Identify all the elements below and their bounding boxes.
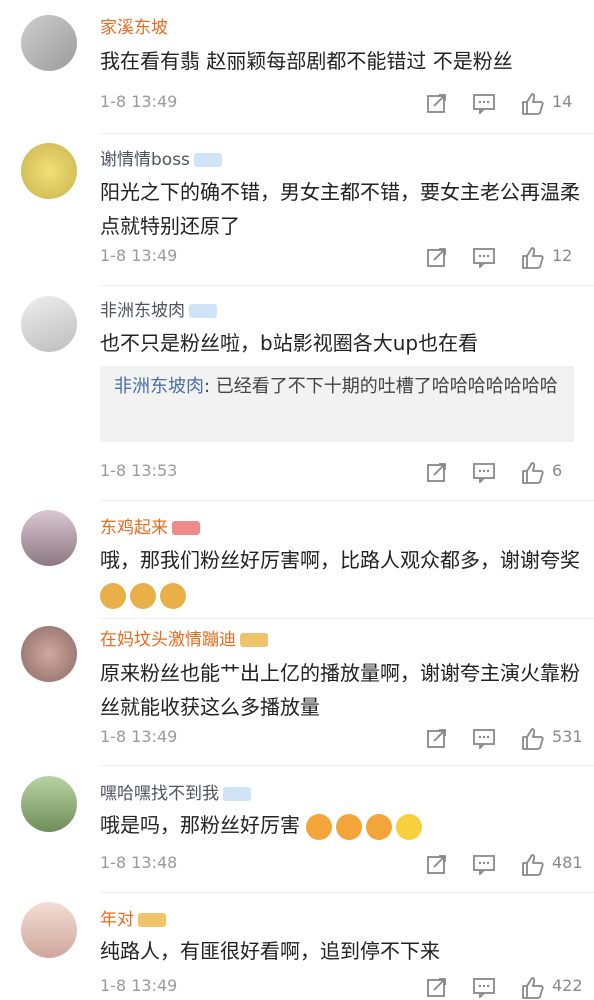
comment-icon[interactable] [472,853,498,877]
share-icon[interactable] [426,461,452,485]
username[interactable]: 非洲东坡肉 [100,296,217,321]
reply-text: : 已经看了不下十期的吐槽了哈哈哈哈哈哈哈 [204,376,558,397]
doge-emoji-icon [130,582,156,609]
avatar[interactable] [21,510,77,566]
share-icon[interactable] [426,92,452,116]
divider [100,618,594,619]
share-icon[interactable] [426,976,452,1000]
thumbs-up-icon [522,854,544,876]
username[interactable]: 年对 [100,905,166,930]
avatar[interactable] [21,902,77,958]
avatar[interactable] [21,296,77,352]
like-count: 14 [552,92,573,111]
like-button[interactable]: 12 [520,246,572,270]
vip-badge-icon [189,304,217,318]
vip-badge-icon [138,913,166,927]
divider [100,285,594,286]
timestamp: 1-8 13:49 [100,246,178,265]
crying-emoji-icon [366,813,393,840]
divider [100,892,594,893]
comment-text: 纯路人，有匪很好看啊，追到停不下来 [100,939,440,963]
username[interactable]: 在妈坟头激情蹦迪 [100,625,268,650]
comment-text: 阳光之下的确不错，男女主都不错，要女主老公再温柔点就特别还原了 [100,180,580,238]
like-button[interactable]: 422 [520,976,583,1000]
crying-emoji-icon [306,813,333,840]
doge-emoji-icon [160,582,186,609]
divider [100,133,594,134]
thumbs-up-icon [522,728,544,750]
thumbs-up-icon [522,977,544,999]
crying-emoji-icon [336,813,363,840]
quoted-reply[interactable]: 非洲东坡肉: 已经看了不下十期的吐槽了哈哈哈哈哈哈哈 [100,366,574,442]
comment-meta: 1-8 13:49 14 [100,92,574,116]
comment-text: 原来粉丝也能艹出上亿的播放量啊，谢谢夸主演火靠粉丝就能收获这么多播放量 [100,661,580,719]
username[interactable]: 谢情情boss [100,145,222,170]
comment-text: 也不只是粉丝啦，b站影视圈各大up也在看 [100,331,479,355]
like-count: 531 [552,727,583,746]
comment-icon[interactable] [472,246,498,270]
timestamp: 1-8 13:53 [100,461,178,480]
timestamp: 1-8 13:49 [100,976,178,995]
comment-text: 哦是吗，那粉丝好厉害 [100,808,580,842]
avatar[interactable] [21,15,77,71]
comment-icon[interactable] [472,976,498,1000]
vip-badge-icon [193,153,222,167]
vip-badge-icon [240,633,268,647]
timestamp: 1-8 13:48 [100,853,178,872]
share-icon[interactable] [426,727,452,751]
thumbs-up-icon [522,462,544,484]
comment-text: 我在看有翡 赵丽颖每部剧都不能错过 不是粉丝 [100,49,513,73]
timestamp: 1-8 13:49 [100,727,178,746]
comment-meta: 1-8 13:49 12 [100,246,574,270]
vip-badge-icon [172,521,200,535]
share-icon[interactable] [426,853,452,877]
like-count: 481 [552,853,583,872]
share-icon[interactable] [426,246,452,270]
thumbs-up-icon [522,93,544,115]
username[interactable]: 家溪东坡 [100,13,168,38]
comment-icon[interactable] [472,461,498,485]
username[interactable]: 嘿哈嘿找不到我 [100,779,251,804]
vip-badge-icon [223,787,251,801]
doge-emoji-icon [100,582,126,609]
like-count: 422 [552,976,583,995]
like-button[interactable]: 481 [520,853,583,877]
timestamp: 1-8 13:49 [100,92,178,111]
comment-text: 哦，那我们粉丝好厉害啊，比路人观众都多，谢谢夸奖 [100,543,580,611]
avatar[interactable] [21,143,77,199]
comment-meta: 1-8 13:53 6 [100,461,574,485]
smile-emoji-icon [396,813,423,840]
divider [100,500,594,501]
reply-username[interactable]: 非洲东坡肉 [114,376,204,397]
comment-meta: 1-8 13:48 481 [100,853,583,877]
avatar[interactable] [21,776,77,832]
comment-icon[interactable] [472,727,498,751]
like-count: 12 [552,246,573,265]
comment-meta: 1-8 13:49 422 [100,976,583,1000]
like-count: 6 [552,461,563,480]
thumbs-up-icon [522,247,544,269]
comment-icon[interactable] [472,92,498,116]
divider [100,765,594,766]
like-button[interactable]: 531 [520,727,583,751]
like-button[interactable]: 6 [520,461,562,485]
avatar[interactable] [21,626,77,682]
username[interactable]: 东鸡起来 [100,513,200,538]
like-button[interactable]: 14 [520,92,572,116]
comment-meta: 1-8 13:49 531 [100,727,583,751]
